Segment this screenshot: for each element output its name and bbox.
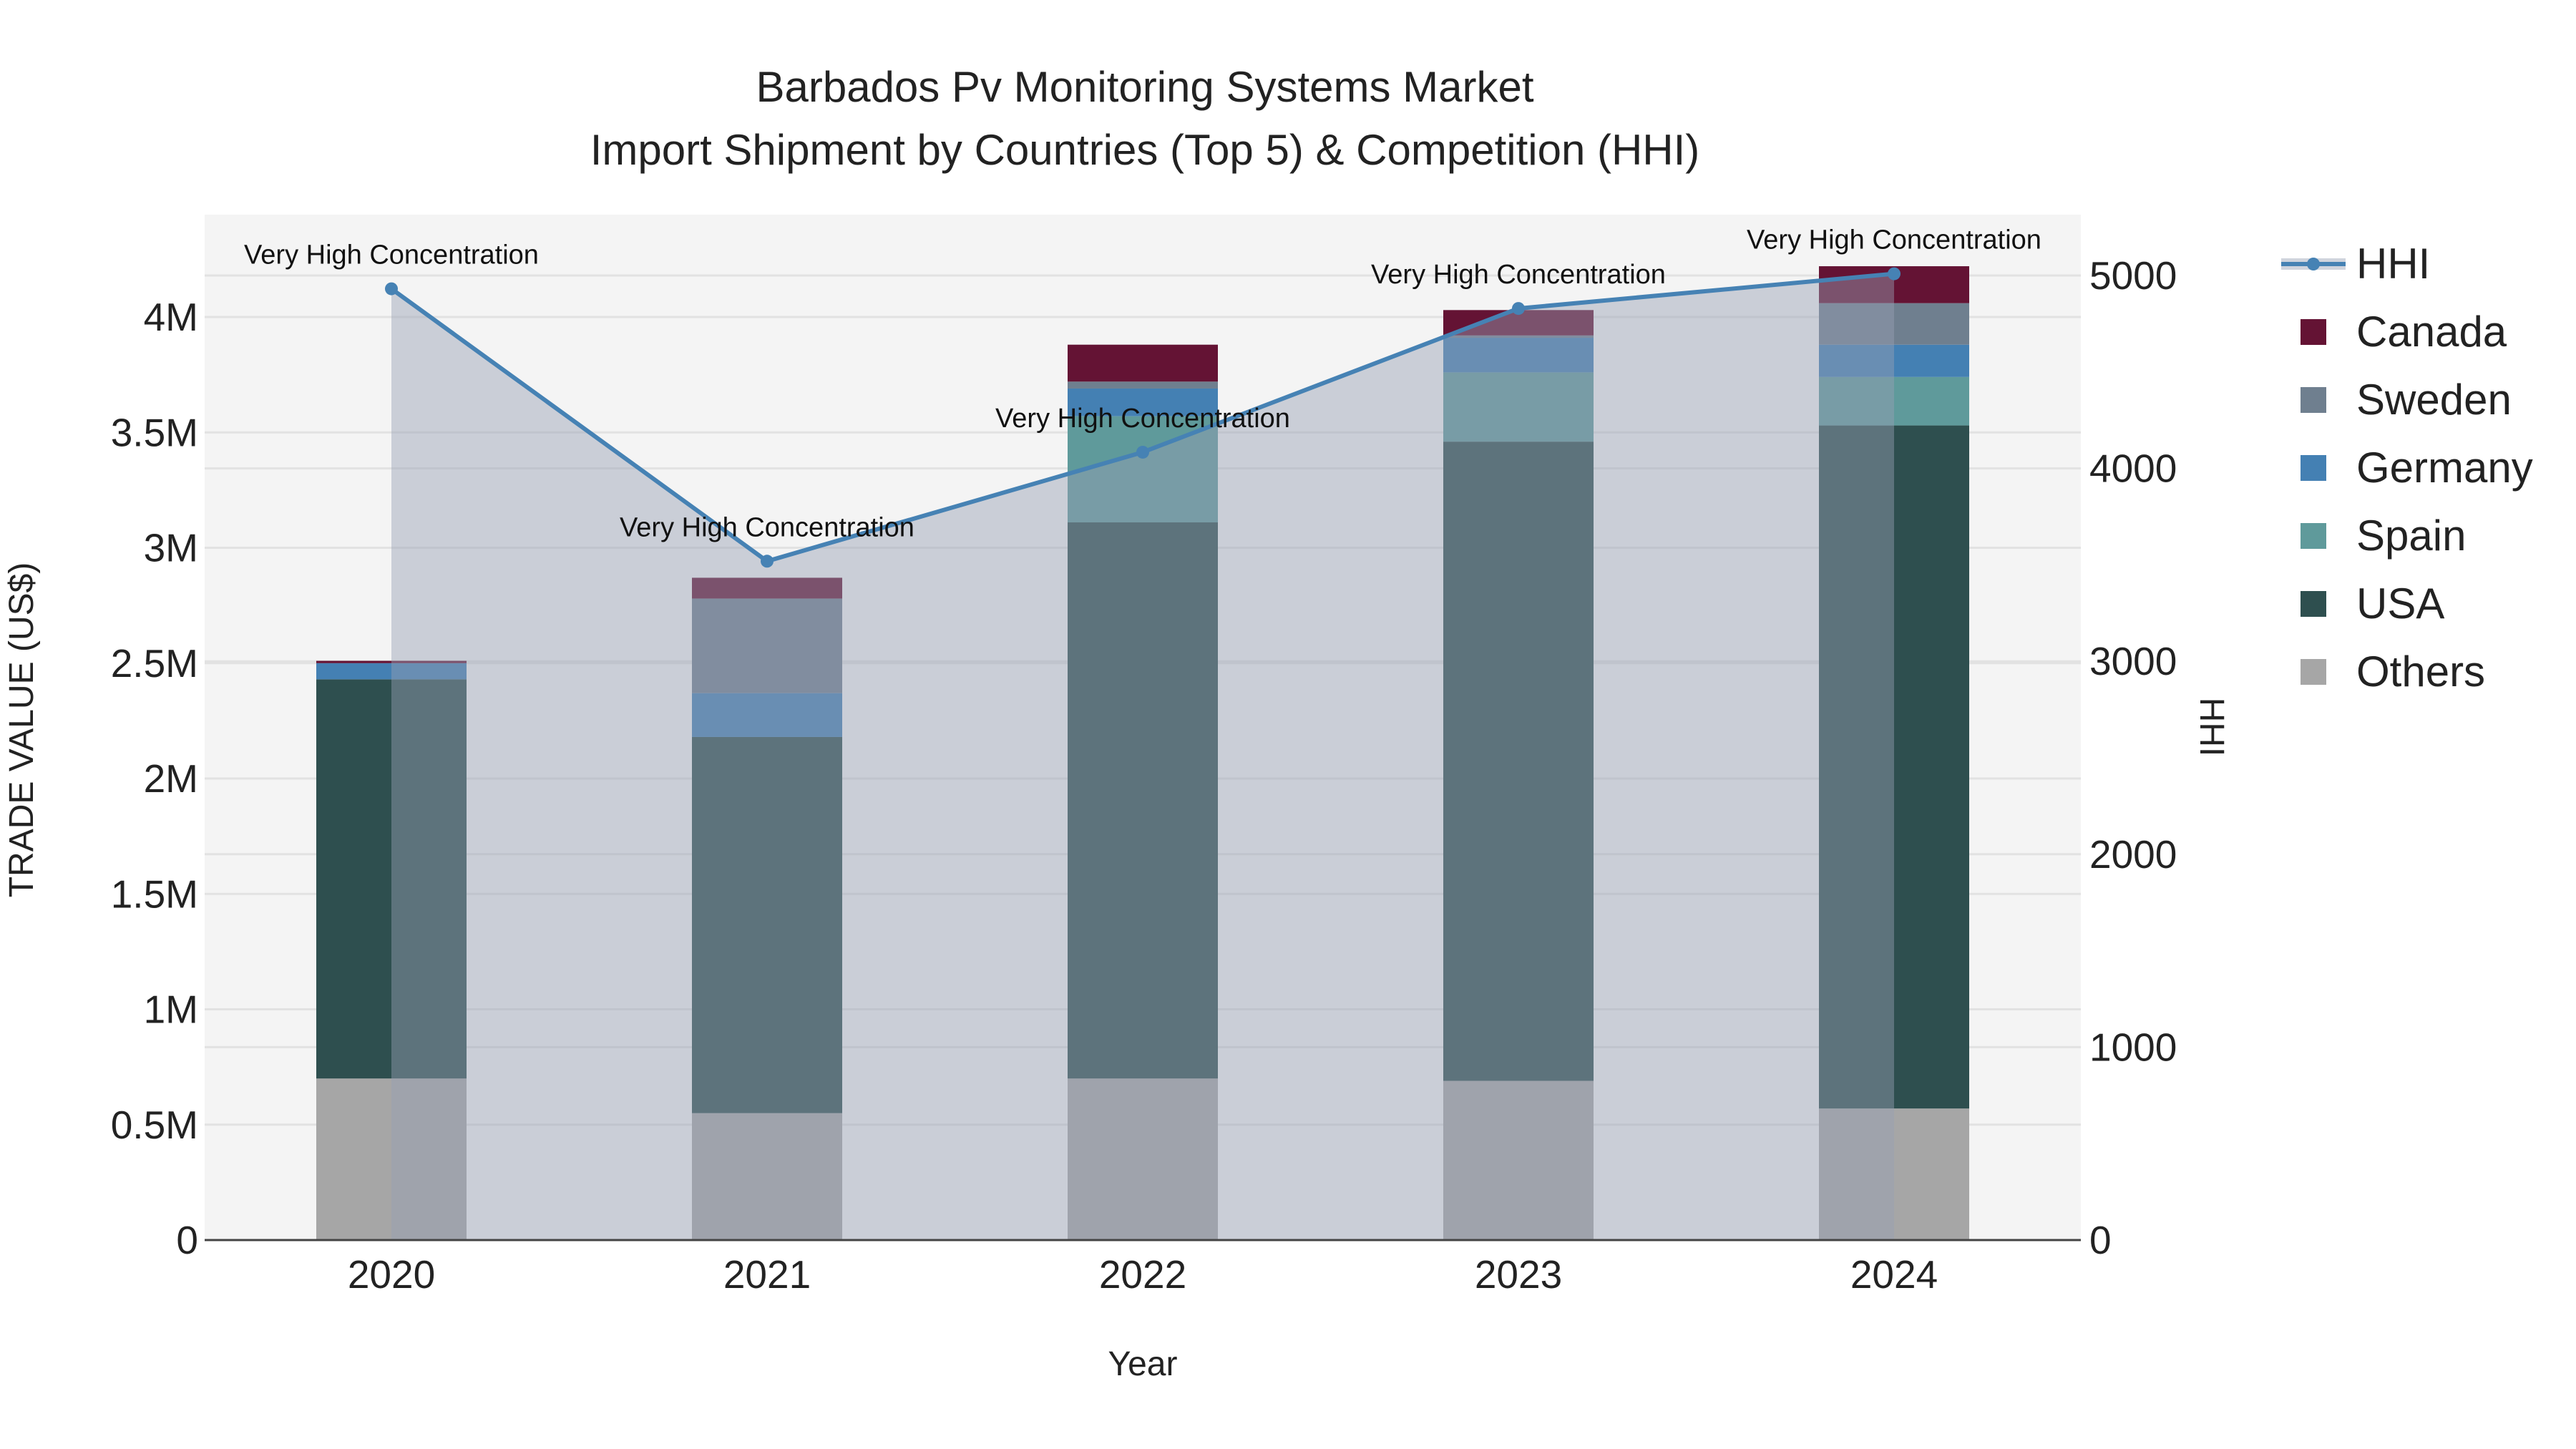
x-tick-label: 2024 bbox=[1850, 1252, 1938, 1297]
legend-swatch-others bbox=[2301, 659, 2326, 685]
y-tick-label: 1M bbox=[144, 987, 198, 1032]
y-tick-label: 3M bbox=[144, 526, 198, 570]
y-tick-label: 0 bbox=[176, 1218, 198, 1262]
y2-tick-label: 3000 bbox=[2089, 639, 2177, 683]
y2-tick-label: 5000 bbox=[2089, 253, 2177, 298]
y-tick-label: 2M bbox=[144, 756, 198, 801]
y-tick-label: 0.5M bbox=[111, 1103, 198, 1147]
x-tick-label: 2021 bbox=[723, 1252, 811, 1297]
y-axis-title: TRADE VALUE (US$) bbox=[3, 562, 41, 898]
legend-swatch-germany bbox=[2301, 455, 2326, 481]
legend-label-others: Others bbox=[2356, 648, 2485, 696]
y2-axis-title: HHI bbox=[2192, 698, 2230, 757]
y2-tick-label: 1000 bbox=[2089, 1025, 2177, 1069]
legend-label-sweden: Sweden bbox=[2356, 376, 2512, 424]
y2-tick-label: 4000 bbox=[2089, 447, 2177, 491]
x-tick-label: 2020 bbox=[348, 1252, 435, 1297]
y-tick-label: 4M bbox=[144, 295, 198, 339]
hhi-annotation: Very High Concentration bbox=[1371, 260, 1666, 290]
legend-marker-hhi bbox=[2307, 258, 2320, 270]
legend-label-hhi: HHI bbox=[2356, 240, 2430, 288]
y-tick-label: 1.5M bbox=[111, 872, 198, 916]
legend-label-canada: Canada bbox=[2356, 308, 2507, 356]
y-tick-label: 3.5M bbox=[111, 410, 198, 454]
legend-swatch-usa bbox=[2301, 591, 2326, 617]
hhi-point bbox=[761, 555, 774, 568]
y2-tick-label: 2000 bbox=[2089, 832, 2177, 877]
legend-label-spain: Spain bbox=[2356, 512, 2466, 560]
hhi-annotation: Very High Concentration bbox=[995, 404, 1290, 434]
hhi-annotation: Very High Concentration bbox=[620, 512, 914, 542]
legend-swatch-spain bbox=[2301, 523, 2326, 549]
hhi-point bbox=[385, 282, 398, 296]
legend-swatch-sweden bbox=[2301, 387, 2326, 413]
x-tick-label: 2023 bbox=[1475, 1252, 1562, 1297]
bar-sweden-2022 bbox=[1068, 381, 1218, 389]
legend-label-usa: USA bbox=[2356, 580, 2444, 628]
y-tick-label: 2.5M bbox=[111, 641, 198, 686]
hhi-point bbox=[1136, 445, 1149, 459]
hhi-annotation: Very High Concentration bbox=[1747, 225, 2041, 255]
hhi-point bbox=[1512, 302, 1525, 316]
bar-canada-2022 bbox=[1068, 344, 1218, 382]
x-axis-title: Year bbox=[1108, 1345, 1178, 1383]
chart: Very High Concentration Very High Concent… bbox=[0, 0, 2576, 1449]
legend-label-germany: Germany bbox=[2356, 444, 2533, 492]
chart-subtitle: Import Shipment by Countries (Top 5) & C… bbox=[590, 126, 1700, 174]
legend-swatch-canada bbox=[2301, 319, 2326, 345]
hhi-annotation: Very High Concentration bbox=[244, 240, 539, 270]
hhi-point bbox=[1888, 267, 1901, 280]
chart-title: Barbados Pv Monitoring Systems Market bbox=[756, 63, 1533, 111]
x-tick-label: 2022 bbox=[1099, 1252, 1186, 1297]
y2-tick-label: 0 bbox=[2089, 1218, 2112, 1262]
